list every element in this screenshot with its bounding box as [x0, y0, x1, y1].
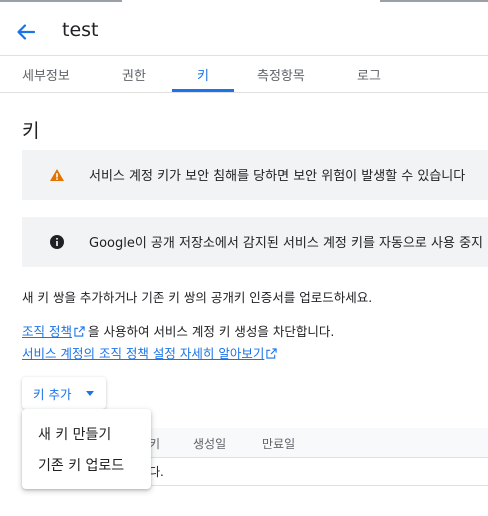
back-button[interactable]	[10, 16, 42, 48]
menu-item-label: 기존 키 업로드	[38, 458, 125, 474]
info-banner: Google이 공개 저장소에서 감지된 서비스 계정 키를 자동으로 사용 중…	[22, 217, 488, 267]
org-policy-link[interactable]: 조직 정책	[22, 324, 72, 339]
info-icon	[50, 235, 64, 249]
warning-icon	[50, 169, 64, 181]
warning-text: 서비스 계정 키가 보안 침해를 당하면 보안 위험이 발생할 수 있습니다	[89, 169, 466, 184]
add-key-label: 키 추가	[33, 387, 72, 402]
page-title: test	[62, 19, 99, 41]
warning-banner: 서비스 계정 키가 보안 침해를 당하면 보안 위험이 발생할 수 있습니다	[22, 150, 488, 200]
add-key-menu: 새 키 만들기 기존 키 업로드	[22, 409, 151, 489]
key-description: 새 키 쌍을 추가하거나 기존 키 쌍의 공개키 인증서를 업로드하세요.	[22, 290, 373, 305]
active-tab-indicator	[172, 89, 234, 92]
tab-permissions[interactable]: 권한	[122, 65, 146, 84]
menu-item-create-key[interactable]: 새 키 만들기	[22, 419, 151, 447]
section-title: 키	[22, 120, 40, 142]
add-key-button[interactable]: 키 추가	[22, 377, 106, 409]
external-link-icon	[266, 348, 277, 359]
column-expires: 만료일	[262, 437, 296, 451]
top-border	[0, 0, 488, 8]
page-header: test	[0, 8, 488, 56]
tab-details[interactable]: 세부정보	[22, 65, 70, 84]
menu-item-upload-key[interactable]: 기존 키 업로드	[22, 450, 151, 478]
tab-bar: 세부정보 권한 키 측정항목 로그	[0, 56, 488, 93]
info-text: Google이 공개 저장소에서 감지된 서비스 계정 키를 자동으로 사용 중…	[89, 236, 483, 251]
column-created: 생성일	[193, 437, 227, 451]
tab-metrics[interactable]: 측정항목	[257, 65, 305, 84]
learn-more-line: 서비스 계정의 조직 정책 설정 자세히 알아보기	[22, 343, 280, 362]
arrow-back-icon	[17, 24, 36, 40]
external-link-icon	[74, 326, 85, 337]
menu-item-label: 새 키 만들기	[38, 427, 112, 443]
tab-keys[interactable]: 키	[197, 65, 209, 84]
policy-line: 조직 정책 을 사용하여 서비스 계정 키 생성을 차단합니다.	[22, 321, 334, 340]
policy-suffix: 을 사용하여 서비스 계정 키 생성을 차단합니다.	[87, 324, 335, 339]
learn-more-link[interactable]: 서비스 계정의 조직 정책 설정 자세히 알아보기	[22, 346, 264, 361]
caret-down-icon	[86, 391, 94, 396]
empty-row-text: 다.	[149, 465, 164, 479]
tab-logs[interactable]: 로그	[357, 65, 381, 84]
